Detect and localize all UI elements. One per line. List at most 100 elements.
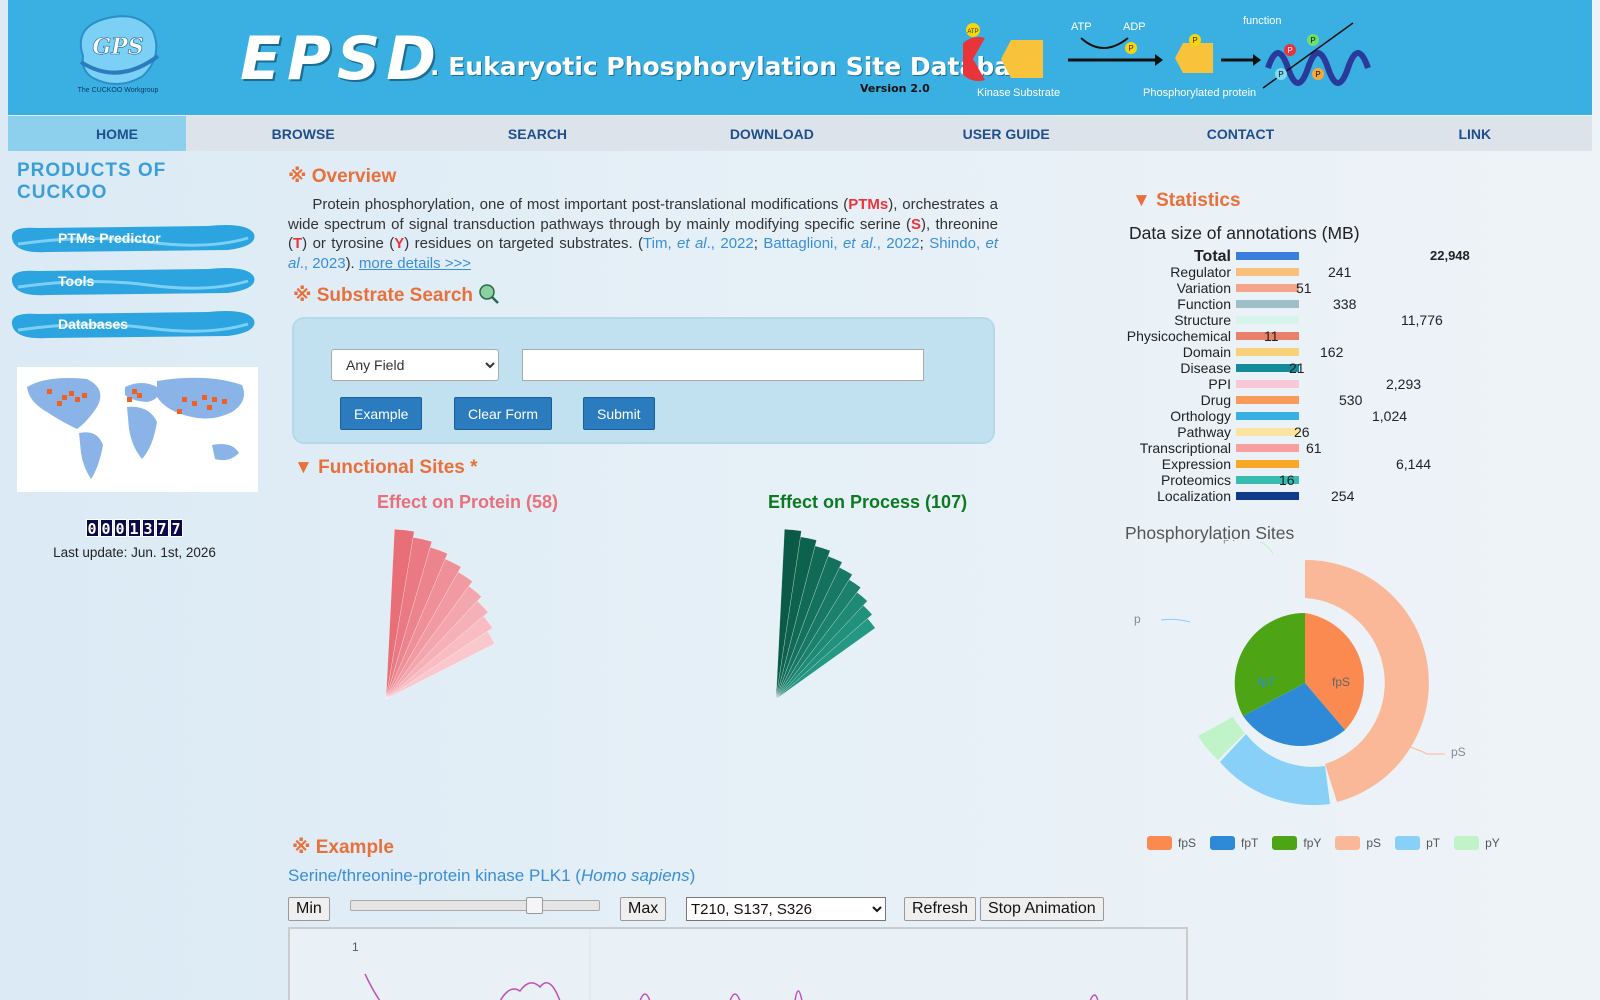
max-button[interactable]: Max [620, 897, 667, 921]
stat-bar [1236, 284, 1299, 292]
range-slider[interactable] [350, 897, 600, 914]
stop-animation-button[interactable]: Stop Animation [980, 897, 1104, 921]
ref-link-tim[interactable]: Tim, et al., 2022 [643, 235, 754, 252]
stat-label: Disease [1180, 360, 1231, 376]
tools-label: Tools [58, 273, 95, 289]
substrate-icon [1001, 40, 1043, 78]
legend-label: pT [1426, 836, 1441, 850]
legend-label: pY [1485, 836, 1500, 850]
search-input[interactable] [522, 349, 924, 381]
databases-button[interactable]: Databases [8, 306, 258, 342]
effect-on-protein-fan-chart[interactable] [378, 519, 578, 709]
stat-label: Proteomics [1160, 472, 1231, 488]
min-button[interactable]: Min [288, 897, 330, 921]
stat-label: Regulator [1170, 264, 1231, 280]
stat-row-structure: Structure 11,776 [1125, 312, 1545, 328]
stat-bar [1236, 412, 1299, 420]
overview-text: Protein phosphorylation, one of most imp… [288, 196, 999, 272]
stat-label: PPI [1208, 376, 1231, 392]
refresh-button[interactable]: Refresh [904, 897, 977, 921]
label-pY: pY [1223, 540, 1238, 544]
visitor-world-map[interactable] [17, 367, 258, 492]
clear-form-button[interactable]: Clear Form [454, 397, 553, 430]
stat-row-total: Total 22,948 [1125, 248, 1545, 265]
nav-contact[interactable]: CONTACT [1123, 116, 1357, 151]
svg-text:function: function [1243, 15, 1282, 27]
stat-row-variation: Variation 51 [1125, 280, 1545, 296]
nav-home[interactable]: HOME [8, 116, 186, 151]
substrate-search-title: ※ Substrate Search [293, 283, 998, 307]
stat-bar [1236, 268, 1299, 276]
example-protein-name[interactable]: Serine/threonine-protein kinase PLK1 (Ho… [288, 866, 695, 886]
label-p: p [1134, 612, 1141, 626]
ptms-predictor-button[interactable]: PTMs Predictor [8, 220, 258, 256]
legend-item-pY[interactable]: pY [1454, 836, 1500, 850]
nav-user-guide[interactable]: USER GUIDE [889, 116, 1123, 151]
svg-text:ATP: ATP [967, 29, 978, 35]
example-title: ※ Example [292, 837, 394, 858]
nav-download[interactable]: DOWNLOAD [655, 116, 889, 151]
nav-browse[interactable]: BROWSE [186, 116, 420, 151]
stat-label: Drug [1200, 392, 1231, 408]
more-details-link[interactable]: more details >>> [359, 255, 471, 272]
data-size-title: Data size of annotations (MB) [1129, 223, 1360, 243]
gps-logo[interactable]: GPS The CUCKOO Workgroup [63, 6, 173, 96]
svg-text:P: P [1310, 36, 1315, 45]
stat-row-drug: Drug 530 [1125, 392, 1545, 408]
legend-item-pT[interactable]: pT [1395, 836, 1440, 850]
svg-text:Kinase: Kinase [977, 87, 1011, 99]
stat-bar [1236, 428, 1299, 436]
stat-label: Orthology [1170, 408, 1231, 424]
stat-value: 254 [1331, 488, 1355, 504]
legend-item-fpT[interactable]: fpT [1210, 836, 1258, 850]
submit-button[interactable]: Submit [583, 397, 655, 430]
phosphorylation-sites-donut-chart[interactable]: fpS fpT fpY pS pY p [1125, 540, 1485, 830]
slider-handle[interactable] [526, 897, 543, 914]
example-button[interactable]: Example [340, 397, 423, 430]
overview-title: ※ Overview [288, 166, 397, 187]
legend-swatch [1454, 836, 1480, 850]
nav-link[interactable]: LINK [1358, 116, 1592, 151]
legend-label: fpY [1303, 836, 1322, 850]
stat-value: 6,144 [1396, 456, 1432, 472]
tools-button[interactable]: Tools [8, 263, 258, 299]
stat-label: Localization [1157, 488, 1231, 504]
ref-link-battaglioni[interactable]: Battaglioni, et al., 2022 [763, 235, 919, 252]
donut-legend: fpS fpT fpY pS pT pY [1147, 836, 1514, 850]
stat-label: Transcriptional [1139, 440, 1231, 456]
effect-on-process-fan-chart[interactable] [768, 519, 968, 709]
effect-on-process-label: Effect on Process (107) [768, 492, 968, 512]
stat-value: 16 [1279, 472, 1295, 488]
stat-value: 21 [1289, 360, 1305, 376]
stat-bar [1236, 396, 1299, 404]
legend-item-pS[interactable]: pS [1335, 836, 1381, 850]
kinase-icon: ATP [963, 23, 985, 81]
stat-row-localization: Localization 254 [1125, 488, 1545, 504]
field-select[interactable]: Any Field [331, 349, 499, 381]
main-content: ※ Overview Protein phosphorylation, one … [288, 165, 998, 709]
legend-item-fpY[interactable]: fpY [1272, 836, 1321, 850]
svg-text:ADP: ADP [1123, 21, 1146, 33]
stat-label: Function [1177, 296, 1231, 312]
example-plot[interactable]: 1 [288, 927, 1188, 1000]
stat-label: Structure [1174, 312, 1231, 328]
data-size-bar-chart: Total 22,948 Regulator 241 Variation 51 Functi… [1125, 248, 1545, 504]
svg-text:GPS: GPS [92, 34, 143, 60]
stat-row-transcriptional: Transcriptional 61 [1125, 440, 1545, 456]
legend-item-fpS[interactable]: fpS [1147, 836, 1196, 850]
site-title: EPSD [240, 24, 442, 94]
nav-search[interactable]: SEARCH [420, 116, 654, 151]
stat-row-ppi: PPI 2,293 [1125, 376, 1545, 392]
stat-row-regulator: Regulator 241 [1125, 264, 1545, 280]
svg-text:P: P [1315, 70, 1320, 79]
stat-value: 1,024 [1372, 408, 1408, 424]
effect-on-protein-label: Effect on Protein (58) [377, 492, 559, 512]
stat-label: Variation [1176, 280, 1231, 296]
main-navbar: ▶ HOME BROWSE SEARCH DOWNLOAD USER GUIDE… [8, 116, 1592, 151]
ptms-predictor-label: PTMs Predictor [58, 230, 161, 246]
stat-row-domain: Domain 162 [1125, 344, 1545, 360]
phosphorylation-illustration: ATP Kinase Substrate ATP ADP P P Phospho… [963, 15, 1371, 99]
sites-select[interactable]: T210, S137, S326 [686, 897, 886, 921]
plot-line [364, 973, 1099, 1000]
functional-sites-title: ▼ Functional Sites * [294, 457, 478, 478]
